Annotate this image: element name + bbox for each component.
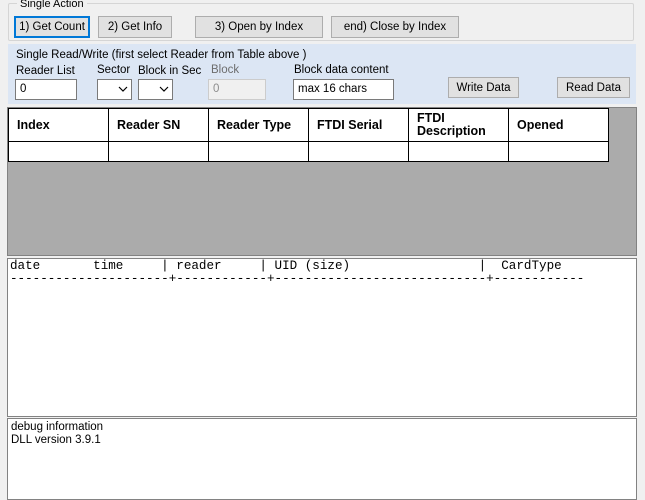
table-cell[interactable]: [108, 141, 209, 162]
debug-textbox[interactable]: debug information DLL version 3.9.1: [7, 418, 637, 500]
close-by-index-button[interactable]: end) Close by Index: [331, 16, 459, 38]
reader-list-input[interactable]: 0: [15, 79, 77, 100]
get-count-button[interactable]: 1) Get Count: [14, 16, 90, 38]
sector-select[interactable]: [97, 79, 132, 100]
get-info-button[interactable]: 2) Get Info: [98, 16, 172, 38]
card-log-separator: ---------------------+------------+-----…: [10, 272, 585, 286]
column-header-ftdi-serial[interactable]: FTDI Serial: [308, 108, 409, 142]
reader-list-label: Reader List: [16, 65, 75, 77]
table-cell[interactable]: [508, 141, 609, 162]
table-cell[interactable]: [308, 141, 409, 162]
chevron-down-icon: [118, 86, 128, 92]
reader-table[interactable]: Index Reader SN Reader Type FTDI Serial …: [7, 107, 637, 256]
read-data-button[interactable]: Read Data: [557, 77, 630, 98]
column-header-reader-type[interactable]: Reader Type: [208, 108, 309, 142]
column-header-ftdi-description[interactable]: FTDI Description: [408, 108, 509, 142]
single-action-legend: Single Action: [17, 0, 87, 10]
table-cell[interactable]: [208, 141, 309, 162]
column-header-reader-sn[interactable]: Reader SN: [108, 108, 209, 142]
open-by-index-button[interactable]: 3) Open by Index: [195, 16, 323, 38]
chevron-down-icon: [159, 86, 169, 92]
block-input: 0: [208, 79, 266, 100]
reader-grid-table: Index Reader SN Reader Type FTDI Serial …: [8, 108, 609, 162]
read-write-title: Single Read/Write (first select Reader f…: [16, 49, 307, 61]
card-log-textbox[interactable]: date time | reader | UID (size) | CardTy…: [7, 258, 637, 417]
block-data-input[interactable]: max 16 chars: [293, 79, 394, 100]
sector-label: Sector: [97, 64, 131, 76]
table-cell[interactable]: [408, 141, 509, 162]
table-row[interactable]: [8, 141, 609, 162]
column-header-index[interactable]: Index: [8, 108, 109, 142]
block-in-sec-label: Block in Sec: [138, 65, 202, 77]
write-data-button[interactable]: Write Data: [448, 77, 519, 98]
column-header-opened[interactable]: Opened: [508, 108, 609, 142]
block-in-sec-select[interactable]: [138, 79, 173, 100]
block-label: Block: [211, 64, 240, 76]
table-cell[interactable]: [8, 141, 109, 162]
block-data-label: Block data content: [294, 64, 389, 76]
